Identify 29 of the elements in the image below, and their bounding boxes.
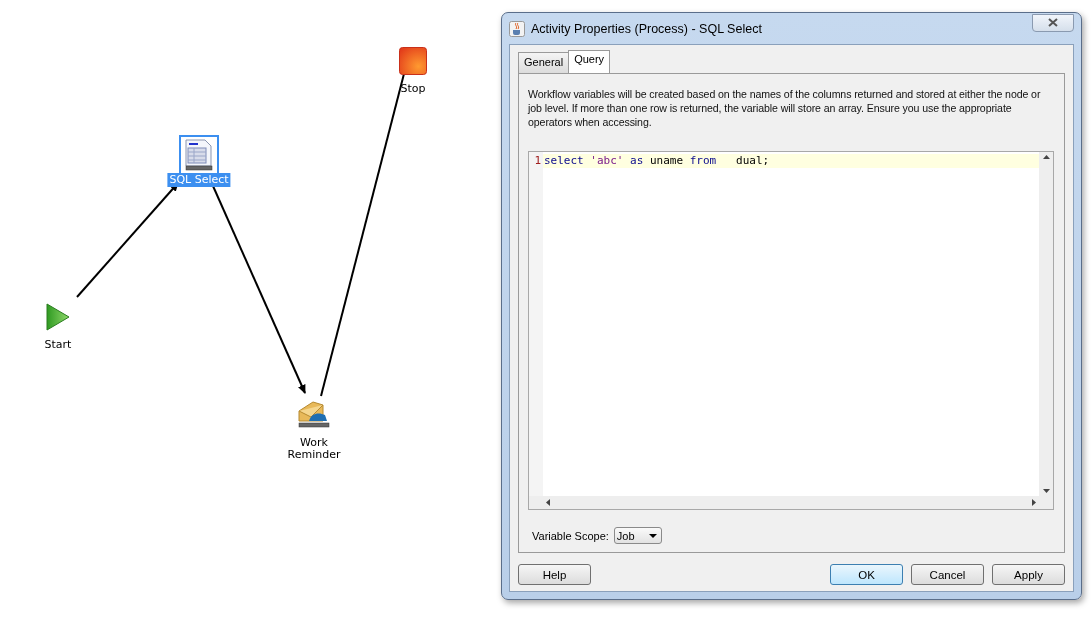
envelope-icon [297,399,331,429]
description-text: Workflow variables will be created based on the names of the columns returned and stored at either the node or job level. If more than one row is returned, the variable will store an array. Ensure you use the appropriate operators when accessing. [528,87,1042,129]
stop-square-icon [399,47,427,75]
scroll-down-icon [1042,489,1050,493]
coffee-cup-icon [509,20,525,37]
caret-icon [648,533,657,538]
close-button[interactable] [1032,13,1074,32]
node-label[interactable]: Start [42,338,74,352]
scrollbar-corner [529,496,543,509]
dialog-button[interactable]: OK [830,564,903,585]
line-number: 1 [533,154,541,168]
tab[interactable]: General [518,52,570,73]
scroll-up-icon [1042,155,1050,159]
scroll-right-icon [1032,499,1036,506]
play-icon [46,303,70,331]
window-title: Activity Properties (Process) - SQL Select [531,21,763,36]
scope-label: Variable Scope: [532,529,609,542]
code-editor[interactable]: 1 select 'abc' as uname from dual; [528,151,1054,510]
dialog-button[interactable]: Help [518,564,591,585]
scroll-left-icon [546,499,550,506]
table-document-icon [183,139,215,171]
node-label[interactable]: Stop [398,82,428,96]
node-label[interactable]: Work Reminder [282,436,346,462]
dialog-button[interactable]: Apply [992,564,1065,585]
tab[interactable]: Query [568,50,611,73]
close-icon [1048,18,1058,27]
vertical-scrollbar[interactable] [1039,152,1053,496]
dialog-button[interactable]: Cancel [911,564,984,585]
scope-dropdown[interactable]: Job [613,527,662,544]
